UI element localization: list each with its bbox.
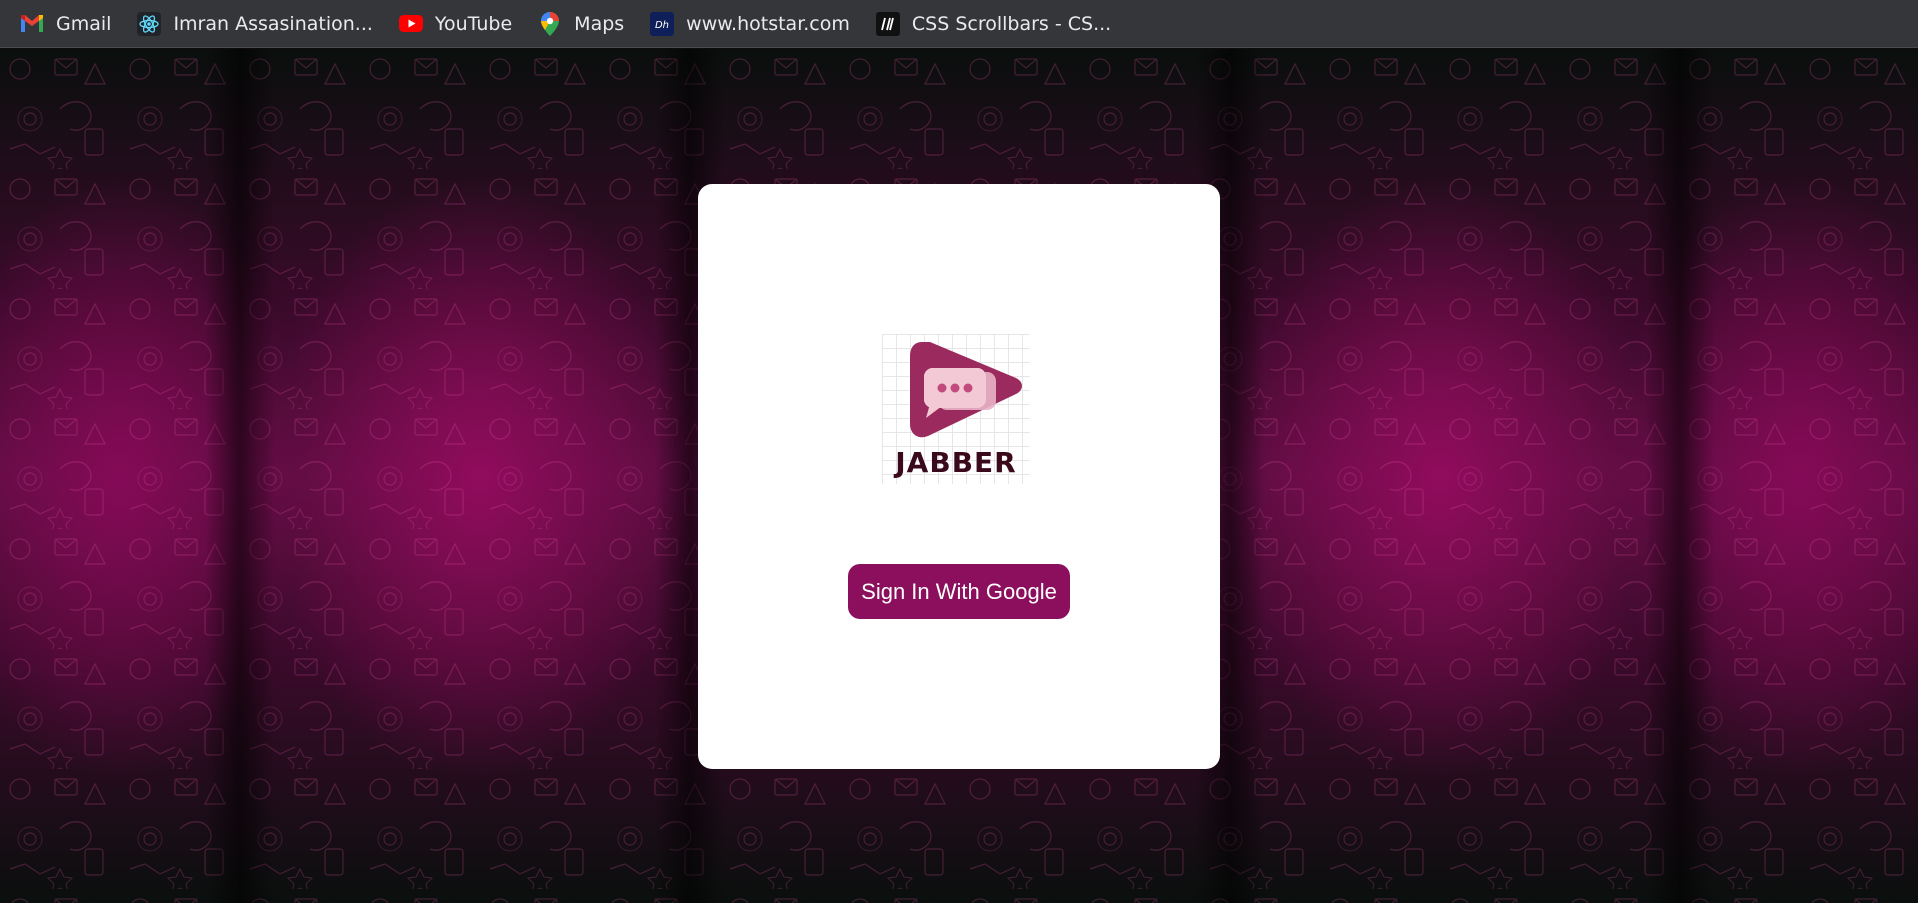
bookmark-maps[interactable]: Maps xyxy=(536,7,632,41)
svg-text:Dh: Dh xyxy=(655,20,669,31)
hotstar-icon: Dh xyxy=(650,11,675,36)
column-shadow xyxy=(1645,49,1715,903)
column-shadow xyxy=(205,49,275,903)
login-card: JABBER Sign In With Google xyxy=(698,184,1220,769)
page-background: JABBER Sign In With Google xyxy=(0,49,1918,903)
bookmark-label: Maps xyxy=(574,12,625,35)
css-scrollbars-icon xyxy=(875,11,900,36)
bookmark-label: YouTube xyxy=(434,12,513,35)
maps-pin-icon xyxy=(538,11,562,36)
bookmark-hotstar[interactable]: Dh www.hotstar.com xyxy=(648,7,858,41)
bookmark-imran[interactable]: Imran Assasination... xyxy=(135,7,380,41)
bookmark-youtube[interactable]: YouTube xyxy=(397,7,520,41)
bookmark-gmail[interactable]: Gmail xyxy=(18,7,119,41)
bookmark-label: Imran Assasination... xyxy=(173,12,373,35)
bookmarks-bar: Gmail Imran Assasination... YouTube Maps… xyxy=(0,0,1918,48)
jabber-logo: JABBER xyxy=(882,334,1030,484)
bookmark-label: Gmail xyxy=(56,12,112,35)
bookmark-label: www.hotstar.com xyxy=(686,12,850,35)
chat-play-icon xyxy=(910,342,1022,438)
youtube-icon xyxy=(398,12,423,36)
gmail-icon xyxy=(20,12,44,36)
logo-wordmark: JABBER xyxy=(895,446,1017,479)
react-icon xyxy=(137,11,162,36)
sign-in-with-google-button[interactable]: Sign In With Google xyxy=(848,564,1070,619)
bookmark-label: CSS Scrollbars - CS... xyxy=(911,12,1112,35)
bookmark-css-scrollbars[interactable]: CSS Scrollbars - CS... xyxy=(874,7,1119,41)
